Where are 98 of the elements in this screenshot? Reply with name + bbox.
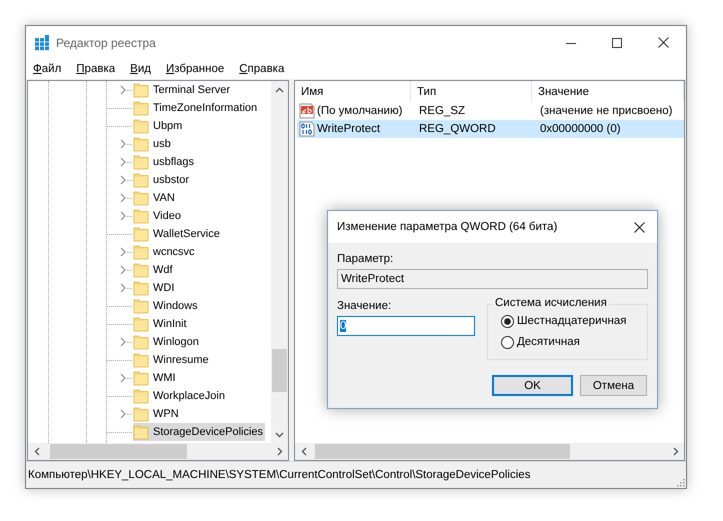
folder-icon bbox=[133, 82, 149, 98]
tree-item[interactable]: Ubpm bbox=[133, 117, 184, 135]
menu-item[interactable]: Справка bbox=[238, 63, 292, 75]
expand-chevron-icon[interactable] bbox=[120, 85, 127, 95]
expand-chevron-icon[interactable] bbox=[120, 373, 127, 383]
expand-chevron-icon[interactable] bbox=[120, 409, 127, 419]
maximize-icon bbox=[612, 38, 622, 48]
tree-item[interactable]: VAN bbox=[133, 189, 177, 207]
menu-item[interactable]: Вид bbox=[129, 63, 158, 75]
folder-icon bbox=[133, 244, 149, 260]
folder-icon bbox=[133, 100, 149, 116]
folder-icon bbox=[133, 172, 149, 188]
tree-item[interactable]: Winlogon bbox=[133, 333, 201, 351]
tree-item[interactable]: Winresume bbox=[133, 351, 211, 369]
tree-item[interactable]: usbstor bbox=[133, 171, 192, 189]
scrollbar-thumb[interactable] bbox=[315, 444, 570, 459]
dialog-button[interactable]: Отмена bbox=[580, 375, 647, 396]
scrollbar-thumb[interactable] bbox=[50, 444, 187, 459]
field-label: Параметр: bbox=[337, 253, 394, 265]
value-type: REG_SZ bbox=[418, 105, 466, 117]
folder-icon bbox=[133, 334, 149, 350]
value-row[interactable]: (По умолчанию) REG_SZ (значение не присвоено) bbox=[297, 102, 684, 120]
expand-chevron-icon[interactable] bbox=[120, 139, 127, 149]
folder-icon bbox=[133, 154, 149, 170]
folder-icon bbox=[133, 370, 149, 386]
tree-item[interactable]: WalletService bbox=[133, 225, 222, 243]
tree-item[interactable]: WinInit bbox=[133, 315, 189, 333]
caret-down-icon bbox=[275, 432, 284, 438]
caret-up-icon bbox=[275, 86, 284, 92]
folder-icon bbox=[133, 262, 149, 278]
folder-icon bbox=[133, 280, 149, 296]
menu-item[interactable]: Правка bbox=[75, 63, 122, 75]
radio-option[interactable]: Десятичная bbox=[501, 334, 647, 350]
tree-item[interactable]: WorkplaceJoin bbox=[133, 387, 227, 405]
folder-icon bbox=[133, 424, 149, 440]
registry-grid-icon bbox=[34, 34, 50, 50]
caret-right-icon bbox=[276, 447, 282, 456]
column-header[interactable]: Имя bbox=[295, 81, 411, 102]
tree-item[interactable]: usbflags bbox=[133, 153, 196, 171]
folder-icon bbox=[133, 352, 149, 368]
scrollbar-thumb[interactable] bbox=[272, 349, 287, 392]
parameter-field: WriteProtect bbox=[337, 269, 648, 289]
expand-chevron-icon[interactable] bbox=[120, 175, 127, 185]
caret-left-icon bbox=[300, 447, 306, 456]
folder-icon bbox=[133, 208, 149, 224]
radio-icon[interactable] bbox=[501, 336, 514, 348]
window-title: Редактор реестра bbox=[56, 36, 157, 50]
folder-icon bbox=[133, 316, 149, 332]
tree-item[interactable]: Terminal Server bbox=[133, 81, 232, 99]
menu-item[interactable]: Файл bbox=[32, 63, 68, 75]
tree-item[interactable]: WDI bbox=[133, 279, 176, 297]
tree-item[interactable]: Windows bbox=[133, 297, 200, 315]
expand-chevron-icon[interactable] bbox=[120, 265, 127, 275]
close-icon bbox=[658, 37, 668, 48]
expand-chevron-icon[interactable] bbox=[120, 337, 127, 347]
expand-chevron-icon[interactable] bbox=[120, 283, 127, 293]
radio-option[interactable]: Шестнадцатеричная bbox=[501, 313, 647, 329]
close-icon bbox=[634, 222, 644, 232]
value-data: (значение не присвоено) bbox=[539, 105, 674, 117]
radio-icon[interactable] bbox=[501, 314, 514, 328]
tree-item[interactable]: TimeZoneInformation bbox=[133, 99, 260, 117]
resize-grip-icon bbox=[675, 477, 685, 487]
tree-item[interactable]: Video bbox=[133, 207, 183, 225]
value-type: REG_QWORD bbox=[418, 123, 497, 135]
tree-item[interactable]: Wdf bbox=[133, 261, 175, 279]
tree-item[interactable]: StorageDevicePolicies bbox=[133, 423, 266, 441]
folder-icon bbox=[133, 226, 149, 242]
status-path: Компьютер\HKEY_LOCAL_MACHINE\SYSTEM\CurrentControlSet\Control\StorageDevicePolicies bbox=[28, 469, 530, 481]
expand-chevron-icon[interactable] bbox=[120, 247, 127, 257]
menu-item[interactable]: Избранное bbox=[164, 63, 232, 75]
caret-left-icon bbox=[34, 447, 40, 456]
dialog-title: Изменение параметра QWORD (64 бита) bbox=[337, 221, 558, 233]
tree-item[interactable]: usb bbox=[133, 135, 173, 153]
column-header[interactable]: Тип bbox=[411, 81, 532, 102]
value-name: (По умолчанию) bbox=[317, 105, 402, 117]
tree-item[interactable]: WPN bbox=[133, 405, 181, 423]
folder-icon bbox=[133, 406, 149, 422]
value-input-field[interactable]: 0 bbox=[337, 316, 475, 336]
folder-icon bbox=[133, 388, 149, 404]
binary-value-icon bbox=[299, 121, 315, 137]
column-header[interactable]: Значение bbox=[532, 81, 684, 102]
expand-chevron-icon[interactable] bbox=[120, 157, 127, 167]
value-data: 0x00000000 (0) bbox=[539, 123, 622, 135]
value-row[interactable]: WriteProtect REG_QWORD 0x00000000 (0) bbox=[297, 120, 684, 138]
expand-chevron-icon[interactable] bbox=[120, 211, 127, 221]
value-name: WriteProtect bbox=[317, 123, 380, 135]
caret-right-icon bbox=[672, 447, 678, 456]
folder-icon bbox=[133, 136, 149, 152]
string-value-icon bbox=[299, 103, 315, 119]
tree-item[interactable]: WMI bbox=[133, 369, 178, 387]
tree-item[interactable]: wcncsvc bbox=[133, 243, 197, 261]
field-label: Значение: bbox=[337, 300, 392, 312]
dialog-button[interactable]: OK bbox=[492, 375, 573, 396]
expand-chevron-icon[interactable] bbox=[120, 193, 127, 203]
group-title: Система исчисления bbox=[493, 297, 609, 309]
folder-icon bbox=[133, 298, 149, 314]
folder-icon bbox=[133, 118, 149, 134]
folder-icon bbox=[133, 190, 149, 206]
